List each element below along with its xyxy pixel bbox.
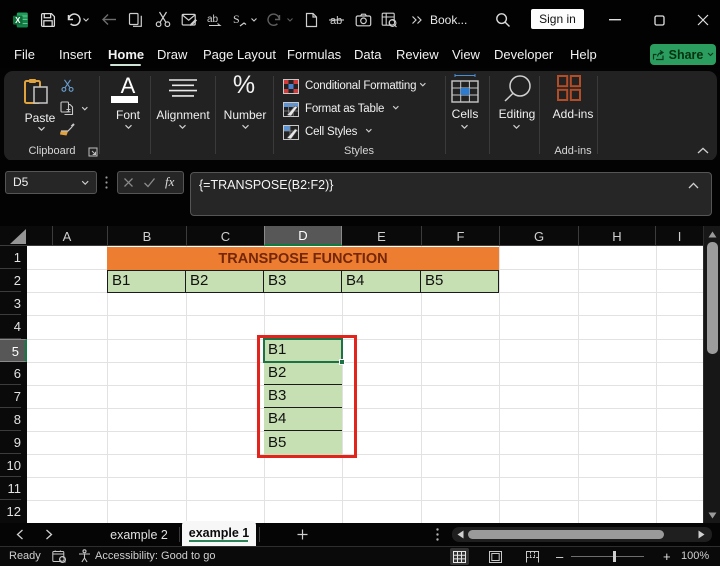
- svg-text:S: S: [233, 12, 240, 26]
- svg-text:X: X: [15, 16, 21, 25]
- svg-text:ab: ab: [207, 14, 219, 25]
